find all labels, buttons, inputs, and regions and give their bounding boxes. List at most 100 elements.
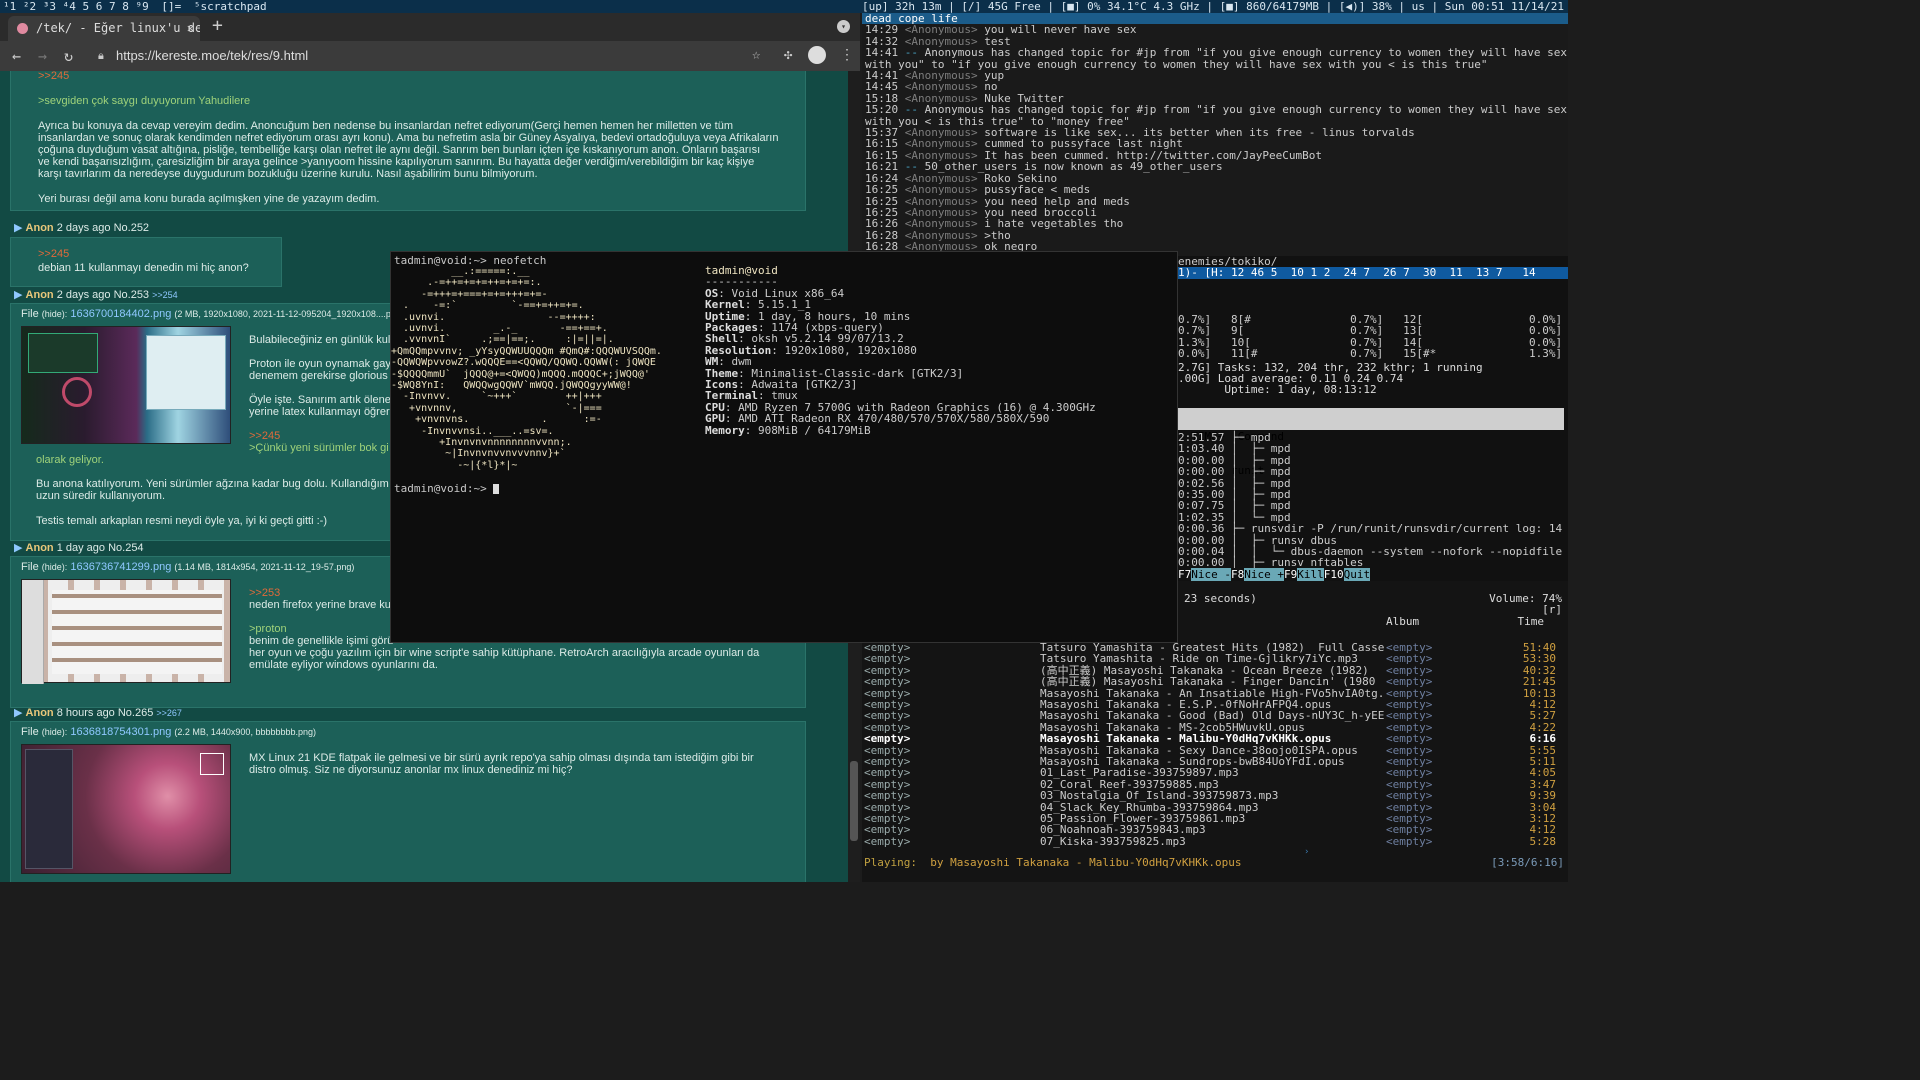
profile-avatar-icon[interactable] (808, 46, 826, 64)
collapse-arrow-icon[interactable]: ▶ (14, 222, 22, 234)
hide-link[interactable]: (hide): (42, 309, 68, 319)
file-info: File (hide): 1636700184402.png (2 MB, 19… (21, 308, 404, 320)
irc-message: 14:41 <Anonymous> yup (862, 70, 1568, 81)
irc-message: 15:20 -- Anonymous has changed topic for… (862, 104, 1568, 115)
htop-pane: enemies/tokiko/ 1)- [H: 12 46 5 10 1 2 2… (1178, 256, 1568, 581)
playlist-row[interactable]: <empty> 06_Noahnoah-393759843.mp3 <empty> 4… (862, 824, 1568, 836)
artist-cell: <empty> (864, 789, 911, 803)
function-key-label[interactable]: Nice + (1244, 568, 1284, 581)
irc-message: 14:41 -- Anonymous has changed topic for… (862, 47, 1568, 58)
nickname: <Anonymous> (904, 127, 978, 139)
thumbnail-detail (25, 749, 73, 869)
reload-icon[interactable]: ↻ (64, 47, 73, 65)
reply-link[interactable]: >>245 (38, 71, 69, 82)
post-meta[interactable]: 1 day ago No.254 (57, 542, 144, 554)
lock-icon[interactable]: 🔒︎ (98, 49, 104, 63)
ascii-art-line: -~|{*l}*|~ (391, 459, 518, 471)
function-key[interactable]: F9 (1284, 568, 1298, 581)
tab-strip: /tek/ - Eğer linux'u denemek ✕ + ▾ (0, 13, 860, 41)
column-album[interactable]: Album (1386, 616, 1419, 628)
playlist-row[interactable]: <empty> Masayoshi Takanaka - Malibu-Y0dHq… (862, 732, 1568, 746)
file-link[interactable]: 1636736741299.png (70, 561, 171, 573)
back-arrow-icon[interactable]: ← (12, 47, 21, 65)
reply-link[interactable]: >>245 (249, 430, 280, 442)
post-meta[interactable]: 8 hours ago No.265 (57, 707, 154, 719)
tab-search-icon[interactable]: ▾ (837, 20, 850, 33)
timestamp: 14:32 (865, 35, 899, 48)
function-key-label[interactable]: Nice - (1191, 568, 1231, 581)
irc-message: 14:32 <Anonymous> test (862, 36, 1568, 47)
command-prompt[interactable]: tadmin@void:~> (394, 482, 500, 495)
timestamp: 16:25 (865, 195, 899, 207)
hide-link[interactable]: (hide): (42, 562, 68, 572)
void-logo-ascii: __.:=====:.__ .-=++=+=+=++=+=+=:. -=+++=… (391, 266, 701, 471)
backlink[interactable]: >>254 (152, 290, 178, 300)
message-text: yup (984, 70, 1005, 82)
message-text: Anonymous has changed topic for #jp from… (924, 47, 1568, 59)
process-row[interactable]: 0:00.00 │ ├─ mpd (1178, 466, 1291, 478)
collapse-arrow-icon[interactable]: ▶ (14, 289, 22, 301)
file-meta: (2 MB, 1920x1080, 2021-11-12-095204_1920… (174, 309, 404, 319)
thumbnail-image[interactable] (21, 326, 231, 444)
thumbnail-image[interactable] (21, 579, 231, 684)
playlist-row[interactable]: <empty> 05_Passion_Flower-393759861.mp3 <e… (862, 813, 1568, 825)
menu-kebab-icon[interactable]: ⋮ (840, 47, 854, 63)
file-link[interactable]: 1636700184402.png (70, 308, 171, 320)
post-meta[interactable]: 2 days ago No.253 (57, 289, 149, 301)
terminal-window[interactable]: tadmin@void:~> neofetch __.:=====:.__ .-… (390, 251, 1178, 643)
forward-arrow-icon[interactable]: → (38, 47, 47, 65)
collapse-arrow-icon[interactable]: ▶ (14, 542, 22, 554)
duration-cell: 5:28 (1529, 834, 1557, 848)
url-input[interactable]: https://kereste.moe/tek/res/9.html (116, 48, 308, 63)
nickname: <Anonymous> (904, 24, 978, 36)
ascii-art-line: +vnvnvns. . :=- (391, 414, 602, 426)
post: File (hide): 1636818754301.png (2.2 MB, … (10, 721, 806, 882)
post-body-line: insanlardan ve sonuç olarak kendimden ne… (38, 132, 779, 144)
message-text: Anonymous has changed topic for #jp from… (924, 104, 1568, 116)
file-link[interactable]: 1636818754301.png (70, 726, 171, 738)
hide-link[interactable]: (hide): (42, 727, 68, 737)
post-meta[interactable]: 2 days ago No.252 (57, 222, 149, 234)
reply-link[interactable]: >>245 (38, 248, 69, 260)
process-table-header[interactable]: TIME+ Command 0:00.40 runit (1178, 408, 1564, 476)
playlist-row[interactable]: <empty> (高中正義) Masayoshi Takanaka - Finge… (862, 675, 1568, 689)
function-key[interactable]: F10 (1323, 568, 1344, 581)
artist-cell: <empty> (864, 675, 911, 689)
playlist-row[interactable]: <empty> 07_Kiska-393759825.mp3 <empty> 5:28 (862, 834, 1568, 848)
timestamp: 16:28 (865, 229, 899, 242)
close-tab-icon[interactable]: ✕ (187, 16, 194, 41)
timestamp: 16:15 (865, 149, 899, 162)
function-key-label[interactable]: Kill (1297, 568, 1324, 581)
playing-track: by Masayoshi Takanaka - Malibu-Y0dHq7vKH… (930, 856, 1242, 869)
process-row[interactable]: 0:00.36 ├─ runsvdir -P /run/runit/runsvd… (1178, 523, 1562, 535)
layout-indicator[interactable]: []= (158, 0, 184, 13)
function-key[interactable]: F8 (1231, 568, 1245, 581)
artist-cell: <empty> (864, 732, 911, 746)
scrollbar-thumb[interactable] (850, 761, 858, 841)
extensions-icon[interactable]: ✣ (784, 47, 792, 63)
ascii-art-line: -$WQ8YnI: QWQQwgQQWV`mWQQ.jQWQQgyyWW@! (391, 380, 632, 391)
function-key[interactable]: F7 (1178, 568, 1192, 581)
playlist-row[interactable]: <empty> 03_Nostalgia_Of_Island-393759873.… (862, 789, 1568, 803)
browser-tab[interactable]: /tek/ - Eğer linux'u denemek ✕ (8, 16, 200, 41)
timestamp: 15:37 (865, 127, 899, 139)
new-tab-button[interactable]: + (212, 15, 223, 36)
backlink[interactable]: >>267 (156, 708, 182, 718)
elapsed-time: [3:58/6:16] (1491, 856, 1564, 869)
post-header: ▶ Anon 8 hours ago No.265 >>267 (14, 707, 182, 719)
function-key-label[interactable]: Quit (1343, 568, 1371, 581)
progress-marker-icon[interactable]: › (1304, 847, 1309, 858)
thumbnail-detail (146, 335, 226, 410)
bookmark-star-icon[interactable]: ☆ (752, 47, 760, 63)
nickname: <Anonymous> (904, 138, 978, 150)
post: >>245 >sevgiden çok saygı duyuyorum Yahu… (10, 71, 806, 211)
message-text: It has been cummed. http://twitter.com/J… (984, 149, 1322, 162)
workspace-tags[interactable]: ¹1 ²2 ³3 ⁴4 5 6 7 8 ⁹9 (0, 0, 152, 13)
irc-message: 16:25 <Anonymous> pussyface < meds (862, 184, 1568, 195)
collapse-arrow-icon[interactable]: ▶ (14, 707, 22, 719)
thumbnail-image[interactable] (21, 744, 231, 874)
message-text: 50_other_users is now known as 49_other_… (924, 161, 1223, 173)
reply-link[interactable]: >>253 (249, 587, 280, 599)
ascii-art-line: +Invnvnvnnnnnnnnvvnn;. (391, 437, 572, 448)
column-time[interactable]: Time (1518, 616, 1545, 628)
